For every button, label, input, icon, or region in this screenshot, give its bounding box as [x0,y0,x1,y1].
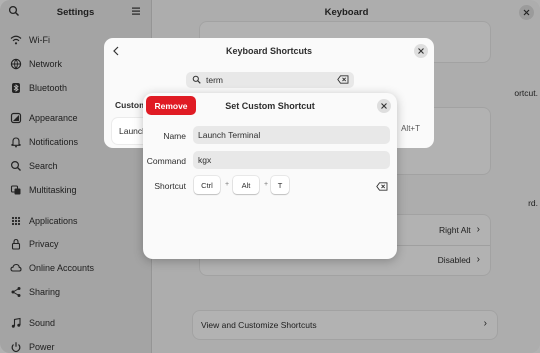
custom-shortcuts-heading: Custom [115,100,147,110]
name-label: Name [163,131,186,141]
shortcut-label: Shortcut [154,181,186,191]
close-icon[interactable] [414,44,428,58]
command-label: Command [146,156,186,166]
shortcut-search-input[interactable]: term [186,72,354,88]
keycap-alt[interactable]: Alt [233,176,259,194]
clear-icon[interactable] [337,75,349,86]
key-separator: + [225,181,230,188]
command-field[interactable]: kgx [193,151,390,169]
close-icon[interactable] [377,99,391,113]
key-separator: + [264,181,269,188]
set-custom-shortcut-dialog: Remove Set Custom Shortcut Name Launch T… [143,93,397,259]
keycap-ctrl[interactable]: Ctrl [194,176,220,194]
backspace-icon[interactable] [376,182,388,193]
search-icon [192,75,201,86]
keycap-t[interactable]: T [271,176,289,194]
search-query: term [206,75,223,85]
shortcut-accelerator: Alt+T [401,124,420,133]
name-field[interactable]: Launch Terminal [193,126,390,144]
dialog-title: Keyboard Shortcuts [225,46,312,56]
dialog-title: Set Custom Shortcut [225,101,315,111]
